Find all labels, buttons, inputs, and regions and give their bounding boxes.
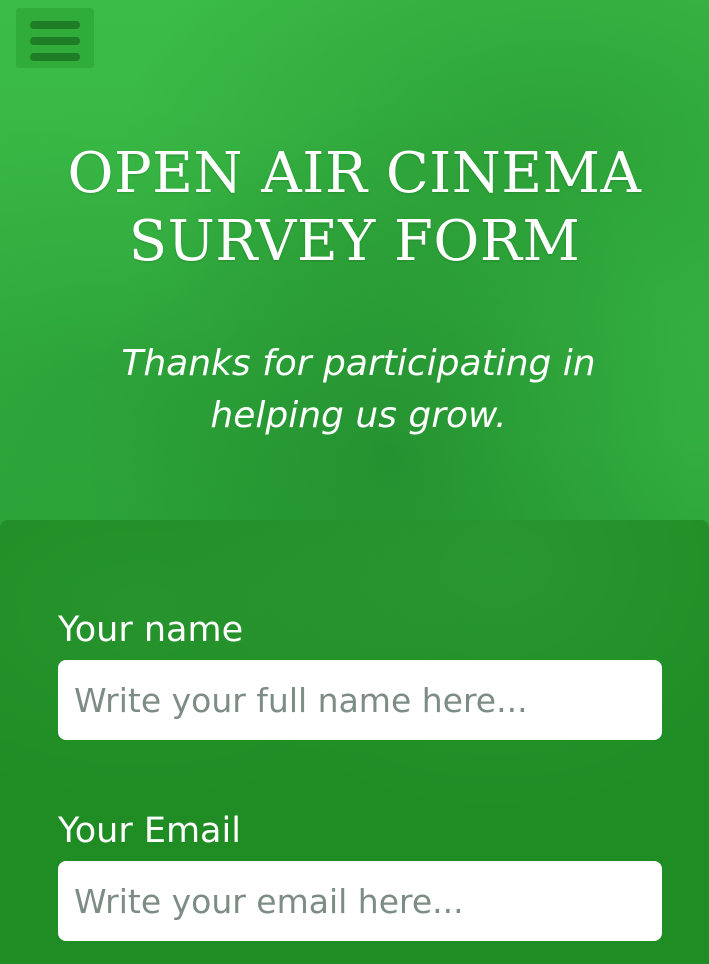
hamburger-menu-icon-bar (30, 53, 80, 61)
email-input[interactable] (58, 861, 662, 941)
page-title-line-1: OPEN AIR CINEMA (67, 141, 642, 206)
hamburger-menu-icon (30, 21, 80, 29)
name-input[interactable] (58, 660, 662, 740)
name-label: Your name (58, 610, 244, 650)
email-label: Your Email (58, 811, 241, 851)
hamburger-menu-icon-bar (30, 37, 80, 45)
page-title: OPEN AIR CINEMA SURVEY FORM (0, 140, 709, 276)
page-description: Thanks for participating in helping us g… (121, 343, 596, 436)
hamburger-menu-button[interactable] (16, 8, 94, 68)
page-title-line-2: SURVEY FORM (128, 209, 581, 274)
